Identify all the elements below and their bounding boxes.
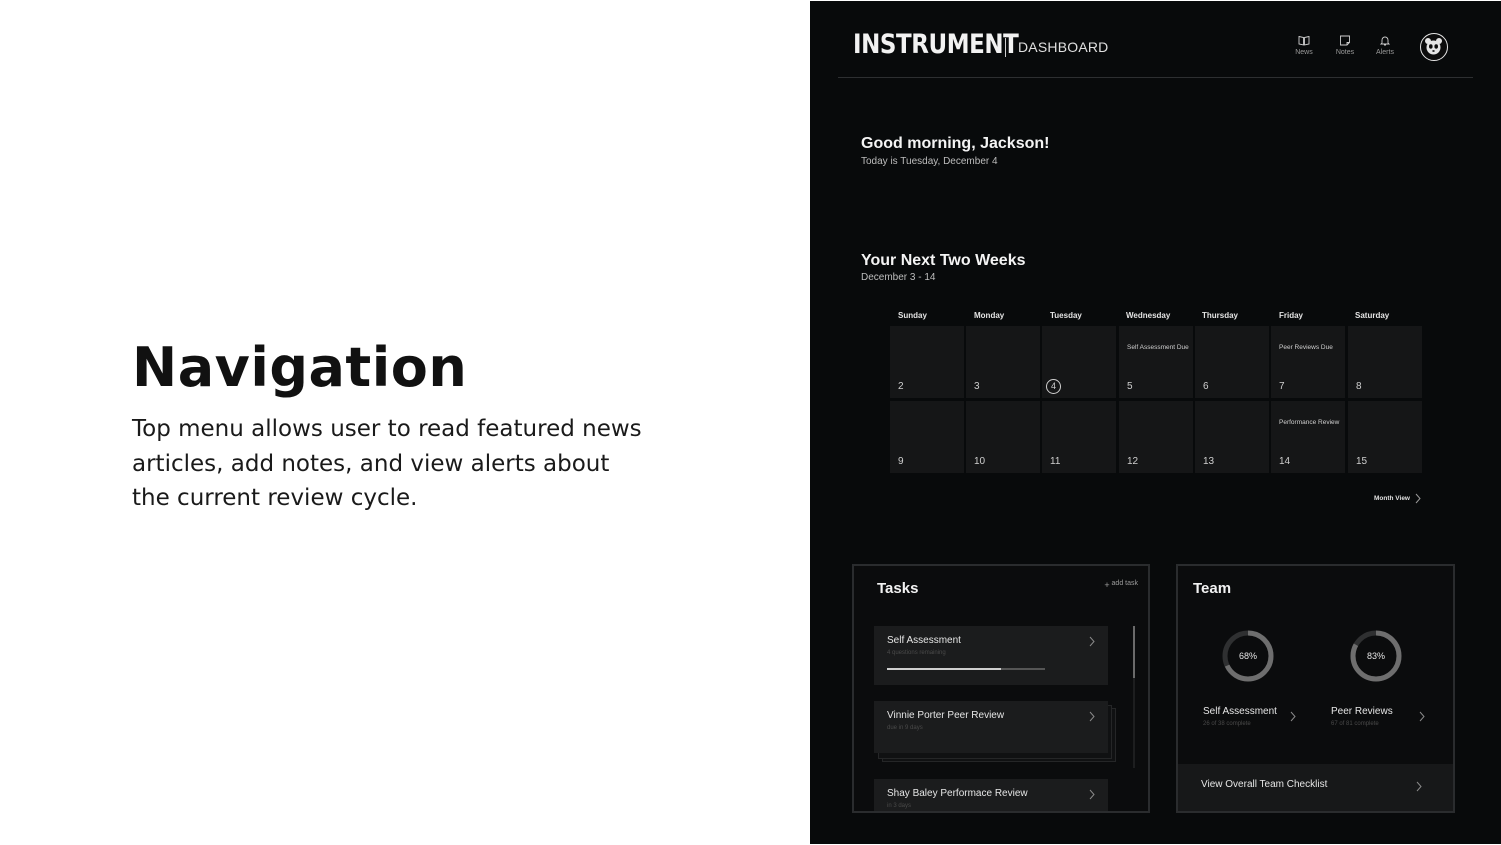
nav-news[interactable]: News [1284, 35, 1324, 56]
book-icon [1298, 35, 1310, 46]
calendar-day[interactable]: 9 [890, 401, 964, 473]
task-item[interactable]: Shay Baley Performace Review in 3 days [874, 779, 1108, 811]
top-navigation-bar: INSTRUMENT DASHBOARD News Notes Alerts [838, 1, 1473, 78]
day-number: 14 [1279, 456, 1291, 467]
chevron-right-icon [1089, 636, 1095, 647]
weekday-label: Sunday [898, 311, 927, 320]
day-number: 3 [974, 381, 980, 392]
note-icon [1340, 35, 1350, 46]
slide-title: Navigation [132, 336, 468, 399]
task-item[interactable]: Vinnie Porter Peer Review due in 9 days [874, 701, 1108, 753]
day-number: 11 [1050, 456, 1061, 467]
calendar-day[interactable]: 15 [1348, 401, 1422, 473]
day-number: 15 [1356, 456, 1368, 467]
day-number: 6 [1203, 381, 1209, 392]
day-number: 9 [898, 456, 904, 467]
calendar-day[interactable]: 6 [1195, 326, 1269, 398]
scrollbar-thumb[interactable] [1133, 626, 1135, 678]
task-progress-fill [887, 668, 1001, 670]
task-title: Self Assessment [887, 635, 961, 646]
weekday-label: Thursday [1202, 311, 1239, 320]
day-number: 2 [898, 381, 904, 392]
task-title: Shay Baley Performace Review [887, 788, 1028, 799]
calendar-day[interactable]: Performance Review 14 [1271, 401, 1345, 473]
weekday-label: Wednesday [1126, 311, 1171, 320]
calendar-range: December 3 - 14 [861, 272, 936, 283]
metric-label: Peer Reviews [1331, 706, 1393, 717]
team-title: Team [1193, 580, 1232, 597]
weekday-label: Tuesday [1050, 311, 1082, 320]
add-task-button[interactable]: + add task [1104, 580, 1138, 590]
calendar-event[interactable]: Self Assessment Due [1127, 342, 1189, 354]
task-title: Vinnie Porter Peer Review [887, 710, 1005, 721]
peer-reviews-donut: 83% [1350, 630, 1402, 682]
brand-logo[interactable]: INSTRUMENT [853, 29, 1019, 60]
user-avatar[interactable] [1420, 33, 1448, 61]
nav-notes[interactable]: Notes [1325, 35, 1365, 56]
greeting-title: Good morning, Jackson! [861, 135, 1050, 152]
section-title: DASHBOARD [1018, 39, 1109, 55]
calendar-title: Your Next Two Weeks [861, 252, 1026, 269]
chevron-right-icon [1089, 711, 1095, 722]
weekday-label: Friday [1279, 311, 1304, 320]
today-marker: 4 [1046, 379, 1061, 394]
nav-alerts[interactable]: Alerts [1365, 35, 1405, 56]
calendar-day[interactable]: 12 [1119, 401, 1193, 473]
bell-icon [1379, 36, 1391, 46]
calendar-day[interactable]: 10 [966, 401, 1040, 473]
chevron-right-icon [1089, 789, 1095, 800]
logo-divider [1005, 38, 1006, 57]
task-progress-bar [887, 668, 1045, 670]
task-subtitle: in 3 days [887, 803, 912, 809]
month-view-link[interactable]: Month View [1374, 495, 1410, 502]
calendar-day[interactable]: 13 [1195, 401, 1269, 473]
team-card: Team 68% 83% Self Assessment 26 of 38 co… [1176, 564, 1455, 813]
calendar-day[interactable]: 8 [1348, 326, 1422, 398]
greeting-date: Today is Tuesday, December 4 [861, 156, 998, 167]
calendar-day[interactable]: Peer Reviews Due 7 [1271, 326, 1345, 398]
chevron-right-icon[interactable] [1415, 493, 1421, 504]
day-number: 8 [1356, 381, 1362, 392]
calendar-day[interactable]: 11 [1042, 401, 1116, 473]
day-number: 5 [1127, 381, 1133, 392]
calendar-event[interactable]: Performance Review [1279, 417, 1341, 429]
chevron-right-icon [1290, 711, 1296, 722]
weekday-label: Saturday [1355, 311, 1390, 320]
nav-alerts-label: Alerts [1376, 49, 1394, 56]
team-checklist-label: View Overall Team Checklist [1201, 779, 1328, 790]
weekday-label: Monday [974, 311, 1005, 320]
calendar-day[interactable]: 3 [966, 326, 1040, 398]
calendar-event[interactable]: Peer Reviews Due [1279, 342, 1341, 354]
chevron-right-icon [1419, 711, 1425, 722]
task-subtitle: due in 9 days [887, 725, 923, 731]
panda-avatar-icon [1425, 38, 1442, 55]
day-number: 10 [974, 456, 986, 467]
self-assessment-donut: 68% [1222, 630, 1274, 682]
chevron-right-icon [1416, 781, 1422, 792]
metric-subtitle: 67 of 81 complete [1331, 721, 1379, 727]
plus-icon: + [1104, 580, 1110, 590]
metric-subtitle: 26 of 38 complete [1203, 721, 1251, 727]
day-number: 7 [1279, 381, 1285, 392]
day-number: 12 [1127, 456, 1139, 467]
add-task-label: add task [1111, 580, 1138, 587]
calendar-day[interactable]: Self Assessment Due 5 [1119, 326, 1193, 398]
nav-notes-label: Notes [1335, 49, 1355, 56]
donut-percent: 68% [1239, 651, 1257, 661]
donut-percent: 83% [1367, 651, 1385, 661]
task-item[interactable]: Self Assessment 4 questions remaining [874, 626, 1108, 685]
dashboard-panel: INSTRUMENT DASHBOARD News Notes Alerts G… [810, 1, 1501, 844]
tasks-card: Tasks + add task Self Assessment 4 quest… [852, 564, 1150, 813]
nav-news-label: News [1295, 49, 1313, 56]
day-number: 13 [1203, 456, 1215, 467]
task-subtitle: 4 questions remaining [887, 650, 946, 656]
tasks-title: Tasks [877, 580, 919, 597]
team-checklist-link[interactable]: View Overall Team Checklist [1178, 764, 1453, 811]
metric-label: Self Assessment [1203, 706, 1277, 717]
calendar-day[interactable]: 2 [890, 326, 964, 398]
slide-description: Top menu allows user to read featured ne… [132, 416, 642, 511]
calendar-day-today[interactable]: 4 [1042, 326, 1116, 398]
tasks-scrollbar[interactable] [1133, 626, 1135, 768]
